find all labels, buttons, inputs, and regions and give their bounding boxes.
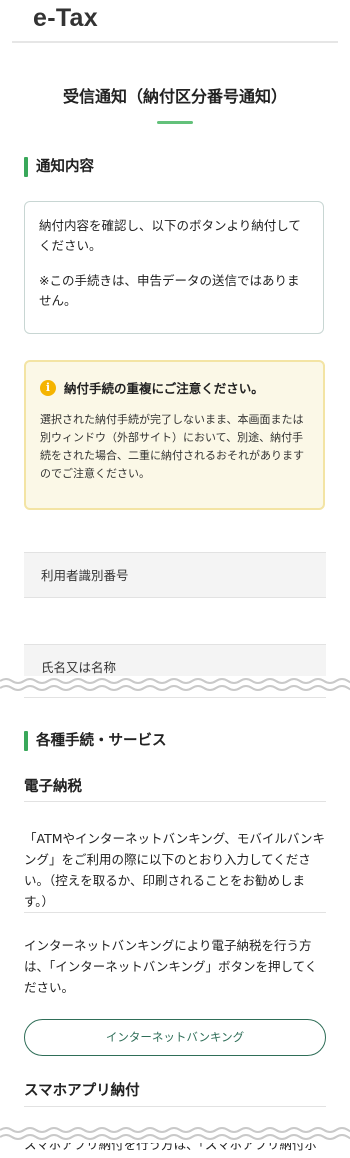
app-header: e-Tax — [0, 0, 350, 44]
app-payment-divider — [24, 1106, 326, 1107]
notice-section-heading: 通知内容 — [24, 157, 94, 177]
instructions-divider — [24, 912, 326, 913]
e-payment-divider — [24, 801, 326, 802]
warning-body: 選択された納付手続が完了しないまま、本画面または別ウィンドウ（外部サイト）におい… — [40, 413, 304, 480]
section-divider — [24, 697, 326, 698]
screenshot-cut-separator — [0, 676, 350, 694]
screenshot-cut-separator-bottom — [0, 1125, 350, 1143]
duplicate-payment-warning: i 納付手続の重複にご注意ください。 選択された納付手続が完了しないまま、本画面… — [24, 360, 325, 510]
info-icon: i — [40, 379, 56, 396]
app-payment-heading: スマホアプリ納付 — [24, 1083, 140, 1099]
notice-line-confirm: 納付内容を確認し、以下のボタンより納付してください。 — [39, 218, 301, 253]
internet-banking-instructions: インターネットバンキングにより電子納税を行う方は、「インターネットバンキング」ボ… — [24, 938, 318, 995]
user-id-label: 利用者識別番号 — [41, 568, 129, 583]
header-divider — [12, 41, 338, 43]
notice-line-not-filing: ※この手続きは、申告データの送信ではありません。 — [39, 273, 300, 308]
warning-header: i 納付手続の重複にご注意ください。 — [40, 378, 309, 397]
page-title: 受信通知（納付区分番号通知） — [62, 87, 287, 106]
notice-info-box: 納付内容を確認し、以下のボタンより納付してください。 ※この手続きは、申告データ… — [24, 201, 324, 334]
services-section-heading: 各種手続・サービス — [24, 731, 167, 751]
e-payment-instructions: 「ATMやインターネットバンキング、モバイルバンキング」をご利用の際に以下のとお… — [24, 831, 326, 909]
user-id-field: 利用者識別番号 — [24, 552, 326, 598]
e-payment-heading: 電子納税 — [24, 779, 82, 795]
internet-banking-button[interactable]: インターネットバンキング — [24, 1019, 326, 1056]
title-underline — [157, 121, 193, 124]
name-label: 氏名又は名称 — [41, 660, 117, 675]
etax-logo[interactable]: e-Tax — [33, 4, 98, 33]
warning-title: 納付手続の重複にご注意ください。 — [64, 381, 264, 396]
